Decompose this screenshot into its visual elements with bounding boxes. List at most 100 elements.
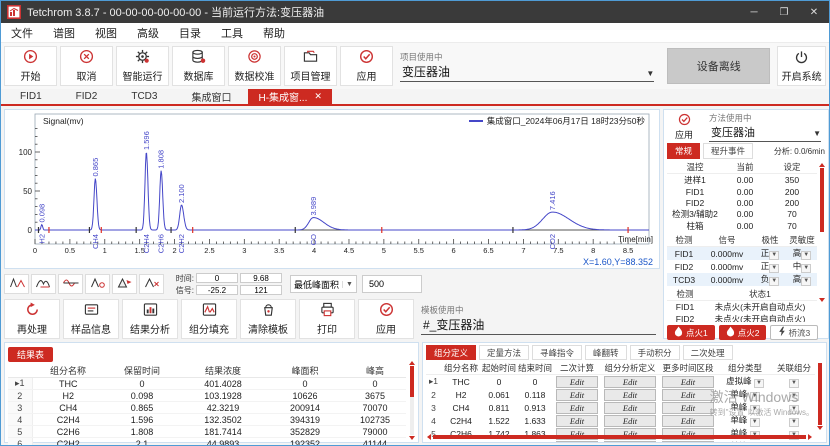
device-offline-button[interactable]: 设备离线 <box>667 48 770 84</box>
menu-advanced[interactable]: 高级 <box>127 25 169 41</box>
component-fill-button[interactable]: 组分填充 <box>181 299 237 339</box>
dropdown-arrow-icon[interactable]: ▼ <box>769 251 779 260</box>
sample-info-button[interactable]: 样品信息 <box>63 299 119 339</box>
signal-from-input[interactable] <box>196 285 238 295</box>
method-tab-temp-program[interactable]: 程升事件 <box>703 143 753 159</box>
results-vertical-scrollbar[interactable] <box>407 361 416 440</box>
method-apply-button[interactable]: 应用 <box>667 113 701 141</box>
chromatogram-panel[interactable]: 05010000.511.522.533.544.555.566.577.588… <box>4 109 660 269</box>
table-row[interactable]: FID10.00200 <box>667 186 817 197</box>
table-row[interactable]: FID1未点火(未开启自动点火) <box>667 301 817 314</box>
menu-help[interactable]: 帮助 <box>253 25 295 41</box>
dropdown-arrow-icon[interactable]: ▼ <box>750 392 760 401</box>
table-row[interactable]: 6C2H22.144.989319235241144 <box>8 438 406 446</box>
component-tab-manual-integration[interactable]: 手动积分 <box>630 345 680 360</box>
method-combo[interactable]: 方法使用中 变压器油 ▼ <box>705 112 825 142</box>
dropdown-arrow-icon[interactable]: ▼ <box>750 418 760 427</box>
scroll-up-icon[interactable] <box>409 361 415 365</box>
edit-button[interactable]: Edit <box>556 402 598 414</box>
scroll-right-icon[interactable] <box>808 434 812 440</box>
minimize-button[interactable]: ─ <box>739 1 769 23</box>
tab-fid2[interactable]: FID2 <box>59 89 115 104</box>
table-row[interactable]: 2H20.098103.1928106263675 <box>8 390 406 402</box>
menu-tools[interactable]: 工具 <box>211 25 253 41</box>
component-tab-quant-method[interactable]: 定量方法 <box>479 345 529 360</box>
scrollbar-thumb[interactable] <box>410 366 414 397</box>
peak-tool-valley-button[interactable] <box>58 274 83 294</box>
print-button[interactable]: 打印 <box>299 299 355 339</box>
table-row[interactable]: 6C2H22.0242.186EditEditEdit单峰 ▼▼ <box>426 440 815 443</box>
apply-button[interactable]: 应用 <box>358 299 414 339</box>
edit-button[interactable]: Edit <box>662 402 713 414</box>
min-peak-area-dropdown[interactable]: 最低峰面积 ▼ <box>290 275 357 293</box>
table-row[interactable]: FID2未点火(未开启自动点火) <box>667 313 817 322</box>
chromatogram-plot[interactable]: 05010000.511.522.533.544.555.566.577.588… <box>5 110 659 268</box>
signal-to-input[interactable] <box>240 285 282 295</box>
dropdown-arrow-icon[interactable]: ▼ <box>801 251 811 260</box>
scroll-left-icon[interactable] <box>427 434 431 440</box>
restore-button[interactable]: ❐ <box>769 1 799 23</box>
edit-button[interactable]: Edit <box>556 376 598 388</box>
table-row[interactable]: FID20.000mv正▼中▼ <box>667 260 817 273</box>
scroll-down-icon[interactable] <box>409 436 415 440</box>
edit-button[interactable]: Edit <box>556 441 598 444</box>
edit-button[interactable]: Edit <box>604 441 655 444</box>
table-row[interactable]: 3CH40.8110.913EditEditEdit单峰 ▼▼ <box>426 401 815 414</box>
time-from-input[interactable] <box>196 273 238 283</box>
component-horizontal-scrollbar[interactable] <box>427 433 812 440</box>
project-combo[interactable]: 项目使用中 变压器油 ▼ <box>396 51 658 82</box>
menu-view[interactable]: 视图 <box>85 25 127 41</box>
close-button[interactable]: ✕ <box>799 1 829 23</box>
tab-integration-window[interactable]: 集成窗口 <box>174 89 248 104</box>
template-combo[interactable]: 模板使用中 #_变压器油 <box>417 304 660 335</box>
dropdown-arrow-icon[interactable]: ▼ <box>769 277 779 286</box>
cancel-button[interactable]: 取消 <box>60 46 113 86</box>
scrollbar-thumb[interactable] <box>820 168 824 232</box>
project-manage-button[interactable]: 项目管理 <box>284 46 337 86</box>
table-row[interactable]: FID10.000mv正▼高▼ <box>667 247 817 261</box>
min-peak-area-value[interactable]: 500 <box>362 275 422 293</box>
calibration-button[interactable]: 数据校准 <box>228 46 281 86</box>
dropdown-arrow-icon[interactable]: ▼ <box>750 405 760 414</box>
dropdown-arrow-icon[interactable]: ▼ <box>789 392 799 401</box>
peak-tool-split-button[interactable] <box>4 274 29 294</box>
dropdown-arrow-icon[interactable]: ▼ <box>801 264 811 273</box>
table-row[interactable]: 3CH40.86542.321920091470070 <box>8 402 406 414</box>
edit-button[interactable]: Edit <box>662 376 713 388</box>
peak-tool-force-button[interactable] <box>112 274 137 294</box>
edit-button[interactable]: Edit <box>604 415 655 427</box>
scrollbar-thumb[interactable] <box>818 363 822 425</box>
edit-button[interactable]: Edit <box>556 389 598 401</box>
edit-button[interactable]: Edit <box>604 389 655 401</box>
dropdown-arrow-icon[interactable]: ▼ <box>754 379 764 388</box>
tab-fid1[interactable]: FID1 <box>3 89 59 104</box>
component-tab-secondary-process[interactable]: 二次处理 <box>683 345 733 360</box>
edit-button[interactable]: Edit <box>662 389 713 401</box>
edit-button[interactable]: Edit <box>556 415 598 427</box>
start-button[interactable]: 开始 <box>4 46 57 86</box>
scroll-down-icon[interactable] <box>817 426 823 430</box>
component-tab-peak-flip[interactable]: 峰翻转 <box>585 345 627 360</box>
edit-button[interactable]: Edit <box>662 441 713 444</box>
table-row[interactable]: 4C2H41.596132.3502394319102735 <box>8 414 406 426</box>
dropdown-arrow-icon[interactable]: ▼ <box>789 418 799 427</box>
menu-catalog[interactable]: 目录 <box>169 25 211 41</box>
tab-h-integration-window[interactable]: H-集成窗...✕ <box>248 89 331 104</box>
clear-template-button[interactable]: 清除模板 <box>240 299 296 339</box>
scrollbar-thumb[interactable] <box>433 435 806 439</box>
table-row[interactable]: FID20.00200 <box>667 197 817 208</box>
apply-button[interactable]: 应用 <box>340 46 393 86</box>
smart-run-button[interactable]: 智能运行 <box>116 46 169 86</box>
table-row[interactable]: 进样10.00350 <box>667 174 817 187</box>
dropdown-arrow-icon[interactable]: ▼ <box>789 405 799 414</box>
bridge-current-button[interactable]: 桥流3 <box>770 325 818 340</box>
component-vertical-scrollbar[interactable] <box>815 363 824 430</box>
peak-tool-merge-button[interactable] <box>31 274 56 294</box>
database-button[interactable]: 数据库 <box>172 46 225 86</box>
tab-close-icon[interactable]: ✕ <box>314 91 322 102</box>
dropdown-arrow-icon[interactable]: ▼ <box>769 264 779 273</box>
table-row[interactable]: 2H20.0610.118EditEditEdit单峰 ▼▼ <box>426 388 815 401</box>
reprocess-button[interactable]: 再处理 <box>4 299 60 339</box>
ignite-2-button[interactable]: 点火2 <box>719 325 767 340</box>
component-tab-component-define[interactable]: 组分定义 <box>426 345 476 360</box>
